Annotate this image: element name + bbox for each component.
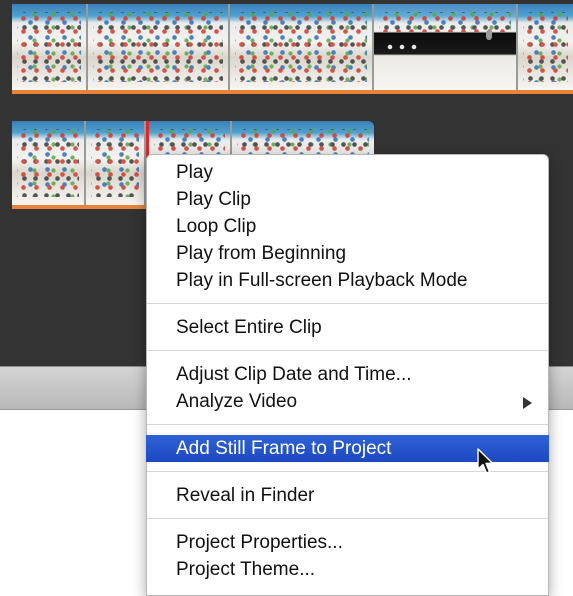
frame-thumbnail [523,12,568,82]
frame-thumbnail [235,12,367,82]
menu-item-play[interactable]: Play [147,159,548,186]
menu-item-project-theme[interactable]: Project Theme... [147,556,548,583]
clip-frame[interactable] [12,121,86,205]
menu-item-play-full-screen[interactable]: Play in Full-screen Playback Mode [147,267,548,294]
menu-separator [147,350,548,351]
clip-frame[interactable] [518,4,573,90]
clip-frame[interactable] [374,4,518,90]
menu-item-label: Analyze Video [176,391,298,412]
frame-thumbnail [91,129,139,197]
menu-item-analyze-video[interactable]: Analyze Video [147,388,548,415]
mouse-pointer-icon [477,448,494,474]
frame-thumbnail-marks [384,42,420,52]
context-menu: Play Play Clip Loop Clip Play from Begin… [146,154,549,596]
frame-thumbnail [93,12,223,82]
frame-thumbnail [379,12,511,32]
menu-item-play-clip[interactable]: Play Clip [147,186,548,213]
clip-frame[interactable] [88,4,230,90]
frame-thumbnail [17,129,79,197]
menu-item-project-properties[interactable]: Project Properties... [147,529,548,556]
menu-item-loop-clip[interactable]: Loop Clip [147,213,548,240]
menu-item-reveal-in-finder[interactable]: Reveal in Finder [147,482,548,509]
menu-item-play-from-beginning[interactable]: Play from Beginning [147,240,548,267]
menu-separator [147,303,548,304]
chevron-right-icon [523,397,532,409]
menu-item-select-entire-clip[interactable]: Select Entire Clip [147,314,548,341]
clip-frame[interactable] [86,121,146,205]
clip-frame[interactable] [12,4,88,90]
frame-thumbnail [17,12,81,82]
menu-separator [147,424,548,425]
menu-separator [147,518,548,519]
clip-frame[interactable] [230,4,374,90]
menu-item-adjust-clip-date[interactable]: Adjust Clip Date and Time... [147,361,548,388]
filmstrip-clip-top[interactable] [12,4,573,94]
marker-icon [486,30,492,40]
